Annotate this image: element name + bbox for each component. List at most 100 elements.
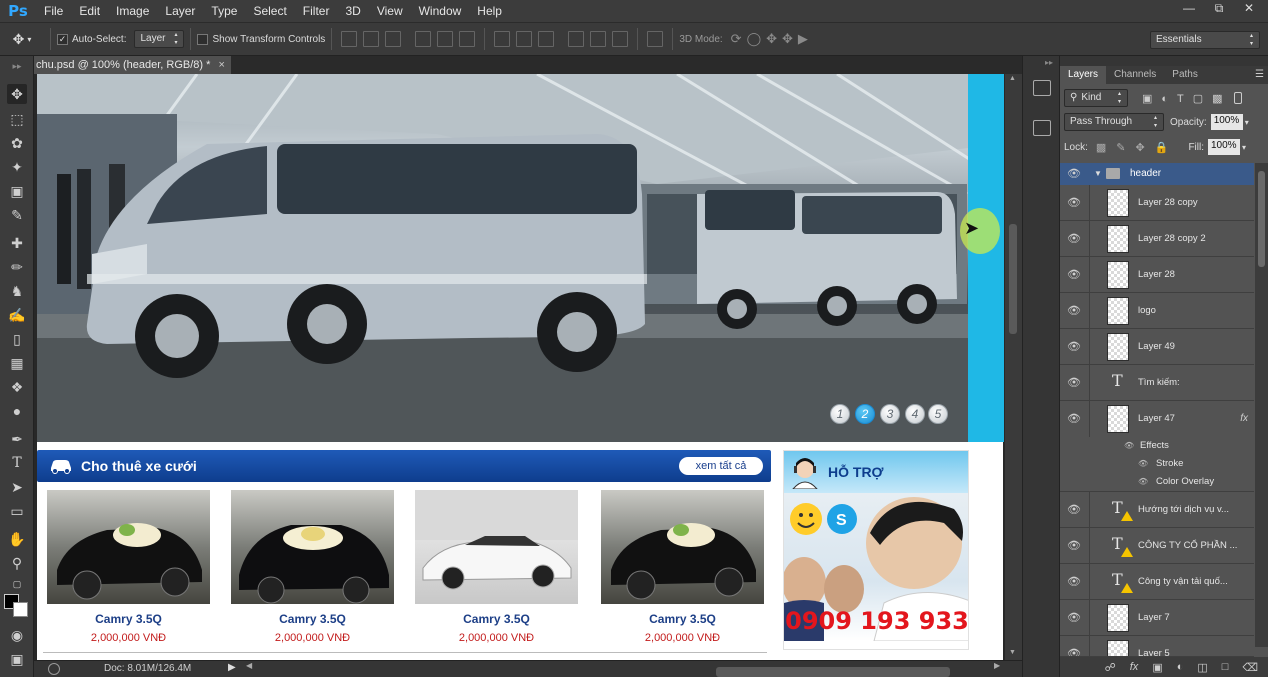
lock-option-icons[interactable]: ▩✎✥🔒 [1096, 141, 1179, 154]
new-layer-icon[interactable]: □ [1222, 661, 1229, 673]
distribute-hcenter-icon[interactable] [590, 31, 607, 47]
slider-dot[interactable]: 1 [830, 404, 850, 424]
scroll-left-icon[interactable]: ◀ [246, 661, 252, 670]
eyedropper-tool-icon[interactable]: ✎ [7, 205, 27, 225]
align-bottom-icon[interactable] [385, 31, 402, 47]
horizontal-scrollbar[interactable]: ◀ ▶ [246, 661, 1000, 677]
delete-layer-icon[interactable]: ⌫ [1242, 661, 1258, 674]
add-mask-icon[interactable]: ▣ [1152, 661, 1162, 674]
layer-row[interactable]: 👁 logo [1060, 293, 1254, 329]
pen-tool-icon[interactable]: ✒ [7, 429, 27, 449]
new-group-icon[interactable]: ◫ [1197, 661, 1207, 674]
align-hcenter-icon[interactable] [437, 31, 454, 47]
marquee-tool-icon[interactable]: ⬚ [7, 109, 27, 129]
visibility-eye-icon[interactable]: 👁 [1066, 303, 1082, 319]
strip-collapse-icon[interactable]: ▸▸ [1045, 58, 1053, 67]
status-arrow-icon[interactable]: ▶ [228, 662, 236, 673]
menu-file[interactable]: File [36, 0, 71, 22]
scroll-up-icon[interactable]: ▲ [1009, 75, 1016, 82]
zoom-tool-icon[interactable]: ⚲ [7, 553, 27, 573]
document-tab[interactable]: chu.psd @ 100% (header, RGB/8) * × [34, 56, 231, 74]
menu-help[interactable]: Help [469, 0, 510, 22]
screen-mode-icon[interactable]: ▣ [7, 649, 27, 669]
align-left-icon[interactable] [415, 31, 432, 47]
vertical-scroll-thumb[interactable] [1009, 224, 1017, 334]
menu-window[interactable]: Window [411, 0, 470, 22]
history-panel-icon[interactable] [1033, 80, 1051, 96]
scroll-down-icon[interactable]: ▼ [1009, 649, 1016, 656]
layer-row[interactable]: 👁 Layer 49 [1060, 329, 1254, 365]
opacity-input[interactable]: 100% [1210, 114, 1243, 130]
lasso-tool-icon[interactable]: ✿ [7, 133, 27, 153]
fill-slider-icon[interactable]: ▾ [1242, 143, 1246, 152]
move-tool-preset-icon[interactable]: ✥ ▾ [0, 31, 44, 48]
visibility-eye-icon[interactable]: 👁 [1066, 574, 1082, 590]
auto-select-target-dropdown[interactable]: Layer [134, 30, 185, 48]
scroll-right-icon[interactable]: ▶ [994, 661, 1000, 670]
layer-row[interactable]: 👁 T CÔNG TY CỔ PHẦN ... [1060, 528, 1254, 564]
visibility-eye-icon[interactable]: 👁 [1066, 375, 1082, 391]
filter-kind-dropdown[interactable]: ⚲ Kind [1064, 89, 1128, 107]
effect-eye-icon[interactable]: 👁 [1138, 455, 1148, 473]
blur-tool-icon[interactable]: ❖ [7, 377, 27, 397]
car-card[interactable]: Camry 3.5Q 2,000,000 VNĐ [231, 490, 394, 644]
view-all-button[interactable]: xem tất cả [679, 457, 763, 475]
dodge-tool-icon[interactable]: ● [7, 401, 27, 421]
layer-row[interactable]: 👁 T Tìm kiếm: [1060, 365, 1254, 401]
distribute-right-icon[interactable] [612, 31, 629, 47]
visibility-eye-icon[interactable]: 👁 [1066, 267, 1082, 283]
minimize-button[interactable]: — [1176, 0, 1202, 18]
layer-row[interactable]: 👁 Layer 28 copy [1060, 185, 1254, 221]
link-layers-icon[interactable]: ☍ [1105, 661, 1116, 674]
car-card[interactable]: Camry 3.5Q 2,000,000 VNĐ [47, 490, 210, 644]
group-expand-icon[interactable]: ▼ [1094, 163, 1102, 185]
layer-row[interactable]: 👁 Layer 5 [1060, 636, 1254, 657]
slider-dot[interactable]: 3 [880, 404, 900, 424]
effect-eye-icon[interactable]: 👁 [1138, 473, 1148, 491]
layers-scroll-thumb[interactable] [1258, 171, 1265, 267]
menu-image[interactable]: Image [108, 0, 157, 22]
visibility-eye-icon[interactable]: 👁 [1066, 339, 1082, 355]
type-tool-icon[interactable]: T [7, 453, 27, 473]
visibility-eye-icon[interactable]: 👁 [1066, 646, 1082, 656]
menu-edit[interactable]: Edit [71, 0, 108, 22]
crop-tool-icon[interactable]: ▣ [7, 181, 27, 201]
panel-menu-icon[interactable]: ☰ [1255, 66, 1268, 84]
menu-layer[interactable]: Layer [157, 0, 203, 22]
car-card[interactable]: Camry 3.5Q 2,000,000 VNĐ [415, 490, 578, 644]
menu-view[interactable]: View [369, 0, 411, 22]
background-color-swatch[interactable] [13, 602, 28, 617]
close-window-button[interactable]: ✕ [1236, 0, 1262, 18]
move-tool-icon[interactable]: ✥ [7, 84, 27, 104]
adjustment-layer-icon[interactable]: ◐ [1177, 661, 1184, 673]
tab-channels[interactable]: Channels [1106, 66, 1164, 84]
effects-eye-icon[interactable]: 👁 [1124, 437, 1134, 455]
align-right-icon[interactable] [459, 31, 476, 47]
layer-row[interactable]: 👁 Layer 7 [1060, 600, 1254, 636]
opacity-slider-icon[interactable]: ▾ [1245, 118, 1249, 127]
close-tab-icon[interactable]: × [218, 59, 224, 71]
effect-row[interactable]: 👁 Stroke [1060, 455, 1254, 473]
quick-mask-icon[interactable]: ◉ [7, 625, 27, 645]
horizontal-scroll-thumb[interactable] [716, 667, 950, 677]
gradient-tool-icon[interactable]: ▦ [7, 353, 27, 373]
hand-tool-icon[interactable]: ✋ [7, 529, 27, 549]
menu-3d[interactable]: 3D [337, 0, 368, 22]
auto-align-icon[interactable] [647, 31, 664, 47]
align-vcenter-icon[interactable] [363, 31, 380, 47]
filter-type-icons[interactable]: ▣◐T▢▩ [1142, 92, 1232, 105]
quick-select-tool-icon[interactable]: ✦ [7, 157, 27, 177]
slider-dot[interactable]: 4 [905, 404, 925, 424]
tab-paths[interactable]: Paths [1164, 66, 1206, 84]
menu-filter[interactable]: Filter [295, 0, 338, 22]
align-top-icon[interactable] [341, 31, 358, 47]
visibility-eye-icon[interactable]: 👁 [1066, 231, 1082, 247]
effect-row[interactable]: 👁 Color Overlay [1060, 473, 1254, 492]
auto-select-checkbox[interactable]: ✓ [57, 33, 68, 45]
tab-layers[interactable]: Layers [1060, 66, 1107, 84]
distribute-vcenter-icon[interactable] [516, 31, 533, 47]
restore-button[interactable]: ⧉ [1206, 0, 1232, 18]
clone-stamp-tool-icon[interactable]: ♞ [7, 281, 27, 301]
visibility-eye-icon[interactable]: 👁 [1066, 166, 1082, 182]
layers-scrollbar[interactable] [1255, 163, 1268, 647]
